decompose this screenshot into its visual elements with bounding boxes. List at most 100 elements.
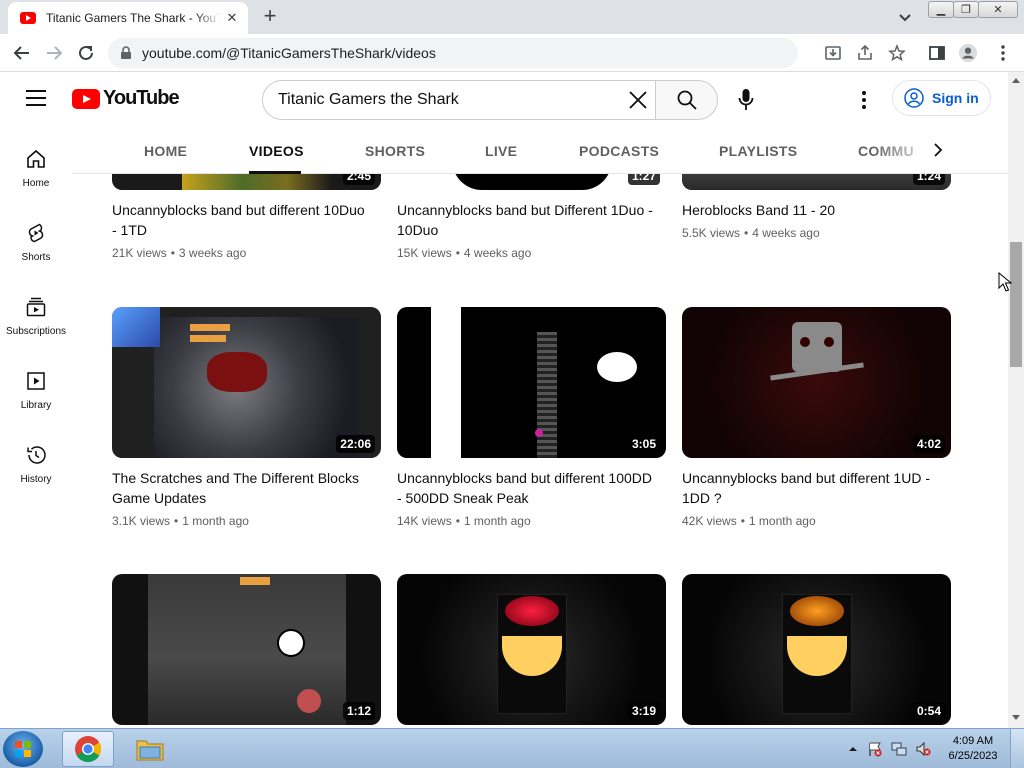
video-views: 3.1K views xyxy=(112,514,171,528)
sign-in-label: Sign in xyxy=(932,90,979,106)
video-thumbnail[interactable]: 1:24 xyxy=(682,174,951,190)
search-icon xyxy=(677,90,697,110)
youtube-logo[interactable]: YouTube xyxy=(72,87,180,110)
scroll-down-arrow-icon[interactable] xyxy=(1012,715,1020,720)
video-thumbnail[interactable]: 3:19 xyxy=(397,574,666,725)
guide-item-shorts[interactable]: Shorts xyxy=(0,208,72,278)
video-card[interactable]: 4:02 Uncannyblocks band but different 1U… xyxy=(682,307,951,528)
start-button[interactable] xyxy=(3,731,43,767)
scrollbar-thumb[interactable] xyxy=(1010,242,1022,367)
video-title[interactable]: Uncannyblocks band but Different 1Duo - … xyxy=(397,200,657,240)
active-tab-underline xyxy=(249,171,301,174)
folder-icon xyxy=(136,740,164,761)
close-window-button[interactable]: ✕ xyxy=(978,1,1018,18)
video-title[interactable]: The Scratches and The Different Blocks G… xyxy=(112,468,372,508)
guide-item-library[interactable]: Library xyxy=(0,356,72,426)
video-title[interactable]: Uncannyblocks band but different 1UD - 1… xyxy=(682,468,942,508)
video-thumbnail[interactable]: 1:12 xyxy=(112,574,381,725)
video-age: 1 month ago xyxy=(748,514,816,528)
video-thumbnail[interactable]: 4:02 xyxy=(682,307,951,458)
video-age: 1 month ago xyxy=(182,514,249,528)
page-scrollbar[interactable] xyxy=(1008,72,1024,728)
video-card[interactable]: 22:06 The Scratches and The Different Bl… xyxy=(112,307,381,528)
guide-label-shorts: Shorts xyxy=(21,252,51,263)
video-views: 42K views xyxy=(682,514,737,528)
video-duration: 3:19 xyxy=(627,702,660,720)
new-tab-button[interactable]: + xyxy=(258,5,282,29)
taskbar-chrome-button[interactable] xyxy=(62,731,114,767)
settings-more-icon[interactable] xyxy=(852,86,876,114)
search-input[interactable] xyxy=(278,91,608,109)
clear-search-icon[interactable] xyxy=(627,89,649,111)
guide-item-home[interactable]: Home xyxy=(0,134,72,204)
video-card[interactable]: 1:12 xyxy=(112,574,381,725)
tab-home[interactable]: HOME xyxy=(144,143,187,159)
browser-tab-title: Titanic Gamers The Shark - YouTube xyxy=(46,11,221,25)
system-clock[interactable]: 4:09 AM 6/25/2023 xyxy=(942,734,1004,764)
chevron-right-icon[interactable] xyxy=(928,140,948,160)
search-button[interactable] xyxy=(655,80,718,120)
home-icon xyxy=(27,149,45,168)
video-card[interactable]: 1:27 Uncannyblocks band but Different 1D… xyxy=(397,174,666,260)
video-duration: 1:12 xyxy=(342,702,375,720)
video-thumbnail[interactable]: 2:45 xyxy=(112,174,381,190)
profile-avatar-icon[interactable] xyxy=(958,43,978,63)
video-thumbnail[interactable]: 3:05 xyxy=(397,307,666,458)
back-button[interactable] xyxy=(10,41,34,65)
guide-item-subscriptions[interactable]: Subscriptions xyxy=(0,282,72,352)
guide-menu-icon[interactable] xyxy=(26,90,46,106)
volume-muted-icon[interactable] xyxy=(915,741,931,757)
browser-tab[interactable]: Titanic Gamers The Shark - YouTube ✕ xyxy=(8,2,248,34)
address-bar[interactable]: youtube.com/@TitanicGamersTheShark/video… xyxy=(108,38,798,68)
network-icon[interactable] xyxy=(891,741,907,757)
show-desktop-button[interactable] xyxy=(1010,729,1024,768)
sign-in-button[interactable]: Sign in xyxy=(892,80,991,116)
close-tab-icon[interactable]: ✕ xyxy=(224,10,240,26)
clock-date: 6/25/2023 xyxy=(948,750,998,762)
video-age: 4 weeks ago xyxy=(752,226,820,240)
video-metadata: 21K views • 3 weeks ago xyxy=(112,246,381,260)
video-title[interactable]: Uncannyblocks band but different 100DD -… xyxy=(397,468,657,508)
browser-tab-strip: Titanic Gamers The Shark - YouTube ✕ + ▁… xyxy=(0,0,1024,34)
video-thumbnail[interactable]: 22:06 xyxy=(112,307,381,458)
lock-icon xyxy=(121,46,131,59)
show-hidden-icons-arrow-icon[interactable] xyxy=(845,741,861,757)
guide-item-history[interactable]: History xyxy=(0,430,72,500)
tab-shorts[interactable]: SHORTS xyxy=(365,143,425,159)
action-center-flag-icon[interactable] xyxy=(867,741,883,757)
url-text: youtube.com/@TitanicGamersTheShark/video… xyxy=(142,45,436,61)
install-app-icon[interactable] xyxy=(823,43,843,63)
video-title[interactable]: Heroblocks Band 11 - 20 xyxy=(682,200,942,220)
youtube-masthead: YouTube Sign in xyxy=(0,72,1008,126)
channel-tabs: HOME VIDEOS SHORTS LIVE PODCASTS PLAYLIS… xyxy=(72,126,1008,174)
video-title[interactable]: Uncannyblocks band but different 10Duo -… xyxy=(112,200,372,240)
scroll-up-arrow-icon[interactable] xyxy=(1012,78,1020,83)
video-card[interactable]: 3:19 xyxy=(397,574,666,725)
video-card[interactable]: 0:54 xyxy=(682,574,951,725)
bookmark-star-icon[interactable] xyxy=(887,43,907,63)
thumbnail-art xyxy=(240,577,270,585)
taskbar-explorer-button[interactable] xyxy=(124,731,176,767)
video-card[interactable]: 3:05 Uncannyblocks band but different 10… xyxy=(397,307,666,528)
share-icon[interactable] xyxy=(855,43,875,63)
tab-videos[interactable]: VIDEOS xyxy=(249,143,304,159)
videos-grid: 2:45 Uncannyblocks band but different 10… xyxy=(72,174,1008,728)
minimize-window-button[interactable]: ▁ xyxy=(928,1,954,18)
tab-playlists[interactable]: PLAYLISTS xyxy=(719,143,797,159)
reload-button[interactable] xyxy=(74,41,98,65)
video-thumbnail[interactable]: 0:54 xyxy=(682,574,951,725)
restore-window-button[interactable]: ❐ xyxy=(953,1,979,18)
video-age: 1 month ago xyxy=(463,514,531,528)
forward-button[interactable] xyxy=(42,41,66,65)
voice-search-button[interactable] xyxy=(732,86,760,114)
microphone-icon xyxy=(738,89,754,110)
tab-live[interactable]: LIVE xyxy=(485,143,517,159)
video-card[interactable]: 1:24 Heroblocks Band 11 - 20 5.5K views •… xyxy=(682,174,951,240)
tab-search-chevron-icon[interactable] xyxy=(895,7,915,27)
video-card[interactable]: 2:45 Uncannyblocks band but different 10… xyxy=(112,174,381,260)
side-panel-icon[interactable] xyxy=(927,43,947,63)
browser-menu-icon[interactable] xyxy=(993,43,1013,63)
thumbnail-art xyxy=(824,337,834,347)
tab-podcasts[interactable]: PODCASTS xyxy=(579,143,659,159)
video-thumbnail[interactable]: 1:27 xyxy=(397,174,666,190)
